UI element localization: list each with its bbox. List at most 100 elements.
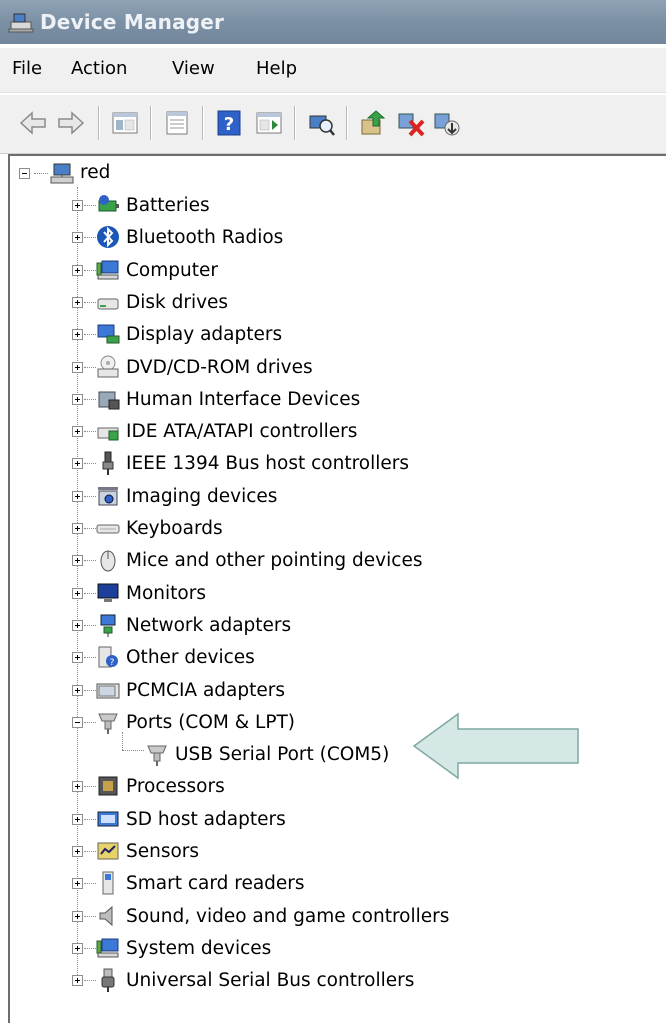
collapse-ports-com-lpt-button[interactable]	[72, 717, 83, 728]
category-ide-ata-atapi-controllers[interactable]: IDE ATA/ATAPI controllers	[126, 421, 357, 443]
category-sensors[interactable]: Sensors	[126, 841, 199, 863]
collapse-root-button[interactable]	[19, 168, 30, 179]
category-sound-video-and-game-controllers[interactable]: Sound, video and game controllers	[126, 906, 449, 928]
expand-display-adapters-button[interactable]	[72, 329, 83, 340]
speaker-icon	[99, 905, 113, 927]
port-icon	[98, 713, 118, 734]
category-smart-card-readers[interactable]: Smart card readers	[126, 873, 305, 895]
svg-text:?: ?	[224, 114, 234, 135]
category-processors[interactable]: Processors	[126, 776, 225, 798]
processor-icon	[98, 776, 118, 796]
back-icon[interactable]	[18, 108, 48, 138]
toolbar-separator	[346, 106, 348, 140]
help-icon[interactable]: ?	[214, 108, 244, 138]
toolbar: ?	[0, 94, 666, 154]
menu-file[interactable]: File	[12, 58, 42, 79]
unknown-device-icon: ?	[98, 646, 118, 668]
uninstall-device-icon[interactable]	[432, 108, 462, 138]
expand-batteries-button[interactable]	[72, 200, 83, 211]
expand-keyboards-button[interactable]	[72, 523, 83, 534]
category-pcmcia-adapters[interactable]: PCMCIA adapters	[126, 680, 285, 702]
tree-connector	[122, 750, 144, 752]
toolbar-separator	[294, 106, 296, 140]
expand-system-devices-button[interactable]	[72, 943, 83, 954]
category-display-adapters[interactable]: Display adapters	[126, 324, 282, 346]
smart-card-reader-icon	[102, 871, 114, 895]
tree-root-label[interactable]: red	[80, 162, 110, 184]
disable-device-icon[interactable]	[396, 108, 426, 138]
category-ieee-1394-bus-host-controllers[interactable]: IEEE 1394 Bus host controllers	[126, 453, 409, 475]
category-dvd-cd-rom-drives[interactable]: DVD/CD-ROM drives	[126, 357, 313, 379]
category-universal-serial-bus-controllers[interactable]: Universal Serial Bus controllers	[126, 970, 414, 992]
title-bar[interactable]: Device Manager	[0, 0, 666, 44]
category-bluetooth-radios[interactable]: Bluetooth Radios	[126, 227, 283, 249]
category-sd-host-adapters[interactable]: SD host adapters	[126, 809, 286, 831]
expand-smart-card-readers-button[interactable]	[72, 878, 83, 889]
category-monitors[interactable]: Monitors	[126, 583, 206, 605]
expand-ieee-1394-bus-host-controllers-button[interactable]	[72, 458, 83, 469]
sd-adapter-icon	[97, 811, 119, 827]
camera-icon	[98, 487, 118, 506]
expand-network-adapters-button[interactable]	[72, 620, 83, 631]
scan-hardware-icon[interactable]	[306, 108, 336, 138]
expand-mice-and-other-pointing-devices-button[interactable]	[72, 555, 83, 566]
dvd-drive-icon	[97, 355, 119, 378]
toolbar-separator	[98, 106, 100, 140]
menu-help[interactable]: Help	[256, 58, 297, 79]
device-usb-serial-port-com5[interactable]: USB Serial Port (COM5)	[175, 744, 389, 766]
expand-sd-host-adapters-button[interactable]	[72, 814, 83, 825]
expand-universal-serial-bus-controllers-button[interactable]	[72, 975, 83, 986]
expand-sensors-button[interactable]	[72, 846, 83, 857]
category-computer[interactable]: Computer	[126, 260, 218, 282]
category-keyboards[interactable]: Keyboards	[126, 518, 223, 540]
device-manager-icon	[8, 13, 34, 33]
category-network-adapters[interactable]: Network adapters	[126, 615, 291, 637]
category-batteries[interactable]: Batteries	[126, 195, 210, 217]
toolbar-separator	[202, 106, 204, 140]
keyboard-icon	[96, 524, 120, 534]
expand-pcmcia-adapters-button[interactable]	[72, 685, 83, 696]
show-hide-console-tree-icon[interactable]	[110, 108, 140, 138]
expand-bluetooth-radios-button[interactable]	[72, 232, 83, 243]
category-disk-drives[interactable]: Disk drives	[126, 292, 228, 314]
bluetooth-icon	[97, 226, 119, 248]
expand-computer-button[interactable]	[72, 265, 83, 276]
tree-connector	[122, 732, 124, 750]
pcmcia-icon	[96, 683, 120, 699]
expand-imaging-devices-button[interactable]	[72, 491, 83, 502]
mouse-icon	[100, 550, 116, 572]
device-tree[interactable]: red Batteries Bluetooth Radios Computer Dis…	[8, 154, 666, 1023]
computer-icon	[96, 260, 119, 280]
expand-human-interface-devices-button[interactable]	[72, 394, 83, 405]
category-imaging-devices[interactable]: Imaging devices	[126, 486, 277, 508]
menu-bar: File Action View Help	[0, 48, 666, 93]
system-device-icon	[96, 938, 119, 958]
properties-icon[interactable]	[162, 108, 192, 138]
hid-icon	[98, 391, 120, 410]
category-other-devices[interactable]: Other devices	[126, 647, 255, 669]
expand-processors-button[interactable]	[72, 781, 83, 792]
category-mice-and-other-pointing-devices[interactable]: Mice and other pointing devices	[126, 550, 422, 572]
show-hide-action-pane-icon[interactable]	[254, 108, 284, 138]
menu-view[interactable]: View	[172, 58, 215, 79]
annotation-arrow	[412, 712, 579, 780]
menu-action[interactable]: Action	[71, 58, 127, 79]
expand-dvd-cd-rom-drives-button[interactable]	[72, 362, 83, 373]
update-driver-icon[interactable]	[358, 108, 388, 138]
expand-other-devices-button[interactable]	[72, 652, 83, 663]
battery-icon	[98, 195, 119, 212]
category-ports-com-lpt[interactable]: Ports (COM & LPT)	[126, 712, 295, 734]
expand-sound-video-and-game-controllers-button[interactable]	[72, 911, 83, 922]
window-title: Device Manager	[40, 10, 225, 34]
expand-monitors-button[interactable]	[72, 588, 83, 599]
port-icon	[147, 745, 167, 766]
computer-icon	[50, 163, 74, 184]
tree-connector	[34, 173, 48, 175]
forward-icon[interactable]	[56, 108, 86, 138]
expand-ide-ata-atapi-controllers-button[interactable]	[72, 426, 83, 437]
category-system-devices[interactable]: System devices	[126, 938, 271, 960]
expand-disk-drives-button[interactable]	[72, 297, 83, 308]
display-adapter-icon	[97, 324, 120, 344]
category-human-interface-devices[interactable]: Human Interface Devices	[126, 389, 360, 411]
toolbar-separator	[150, 106, 152, 140]
